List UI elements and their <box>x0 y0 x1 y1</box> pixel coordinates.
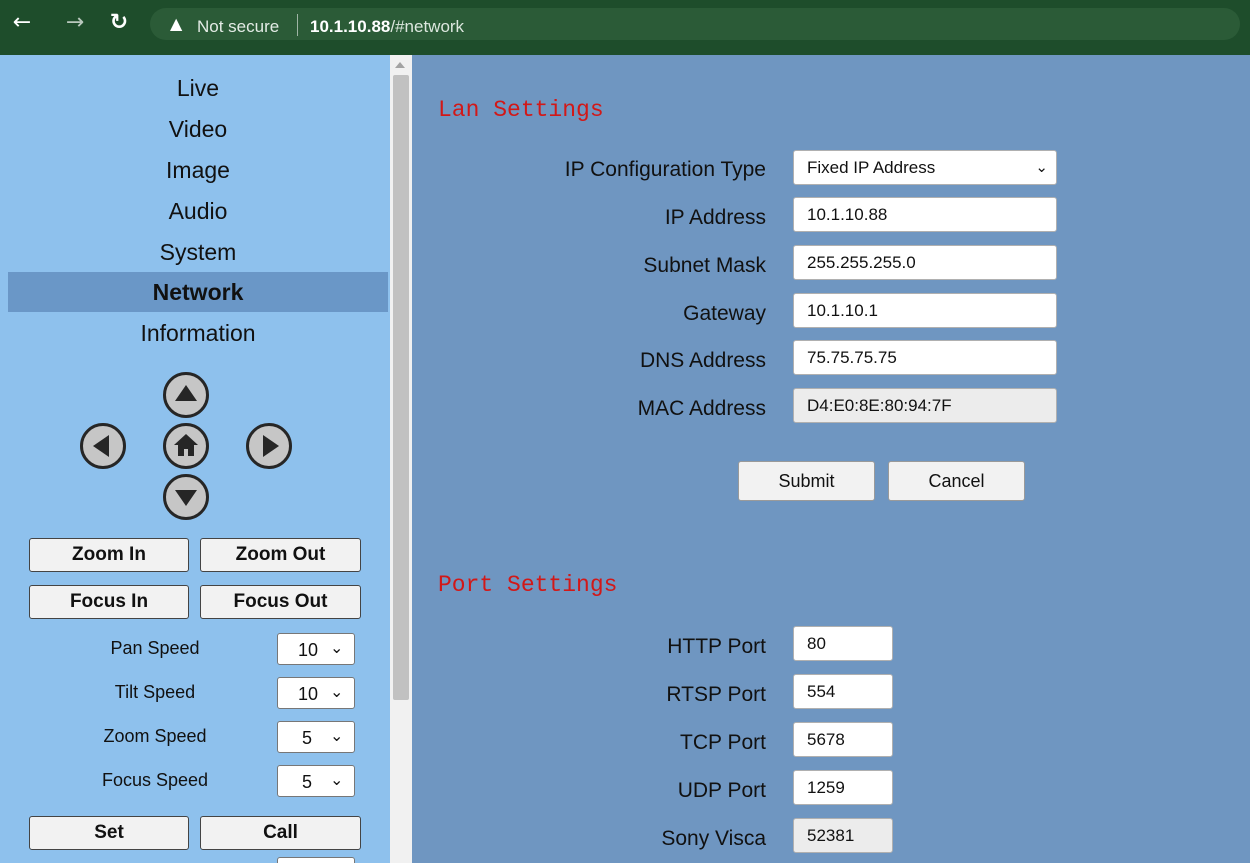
mac-address-label: MAC Address <box>637 397 766 420</box>
menu-item-image[interactable]: Image <box>8 150 388 190</box>
gateway-label: Gateway <box>683 302 766 325</box>
browser-toolbar: ← → ↻ ▲ Not secure 10.1.10.88/#network <box>0 0 1250 55</box>
http-port-input[interactable]: 80 <box>793 626 893 661</box>
chevron-down-icon: ⌄ <box>330 726 344 745</box>
chevron-down-icon: ⌄ <box>330 770 344 789</box>
tilt-speed-label: Tilt Speed <box>114 682 196 702</box>
ip-config-type-value: Fixed IP Address <box>807 158 936 177</box>
tcp-port-input[interactable]: 5678 <box>793 722 893 757</box>
lan-settings-title: Lan Settings <box>438 97 604 123</box>
chevron-down-icon: ⌄ <box>1035 158 1048 176</box>
security-status[interactable]: Not secure <box>197 17 279 37</box>
ip-config-type-select[interactable]: Fixed IP Address ⌄ <box>793 150 1057 185</box>
pan-right-button[interactable] <box>246 423 292 469</box>
zoom-speed-select[interactable]: 5 ⌄ <box>277 721 355 753</box>
menu-item-network[interactable]: Network <box>8 272 388 312</box>
ip-address-input[interactable]: 10.1.10.88 <box>793 197 1057 232</box>
address-divider <box>297 14 298 36</box>
dns-address-input[interactable]: 75.75.75.75 <box>793 340 1057 375</box>
right-arrow-icon <box>263 435 279 457</box>
udp-port-input[interactable]: 1259 <box>793 770 893 805</box>
subnet-mask-input[interactable]: 255.255.255.0 <box>793 245 1057 280</box>
down-arrow-icon <box>175 490 197 506</box>
dns-address-label: DNS Address <box>639 349 766 372</box>
focus-speed-select[interactable]: 5 ⌄ <box>277 765 355 797</box>
pan-left-button[interactable] <box>80 423 126 469</box>
url-path: /#network <box>390 17 465 36</box>
pan-speed-label: Pan Speed <box>110 638 200 658</box>
zoom-in-button[interactable]: Zoom In <box>29 538 189 572</box>
subnet-mask-label: Subnet Mask <box>643 254 766 277</box>
tilt-speed-select[interactable]: 10 ⌄ <box>277 677 355 709</box>
zoom-speed-value: 5 <box>302 728 313 748</box>
mac-address-field: D4:E0:8E:80:94:7F <box>793 388 1057 423</box>
sidebar-scrollbar[interactable] <box>390 55 412 863</box>
http-port-label: HTTP Port <box>667 635 766 658</box>
pan-speed-select[interactable]: 10 ⌄ <box>277 633 355 665</box>
pan-speed-value: 10 <box>298 640 319 660</box>
menu-item-audio[interactable]: Audio <box>8 191 388 231</box>
url-host: 10.1.10.88 <box>310 17 391 36</box>
tilt-speed-value: 10 <box>298 684 319 704</box>
focus-speed-value: 5 <box>302 772 313 792</box>
focus-speed-label: Focus Speed <box>101 770 209 790</box>
gateway-input[interactable]: 10.1.10.1 <box>793 293 1057 328</box>
menu-item-information[interactable]: Information <box>8 313 388 353</box>
warning-icon[interactable]: ▲ <box>170 14 182 33</box>
zoom-speed-label: Zoom Speed <box>103 726 207 746</box>
sony-visca-label: Sony Visca <box>661 827 766 850</box>
rtsp-port-input[interactable]: 554 <box>793 674 893 709</box>
call-preset-button[interactable]: Call <box>200 816 361 850</box>
zoom-out-button[interactable]: Zoom Out <box>200 538 361 572</box>
menu-item-system[interactable]: System <box>8 232 388 272</box>
forward-icon[interactable]: → <box>63 10 87 36</box>
scroll-up-icon[interactable] <box>395 62 405 68</box>
preset-select[interactable] <box>277 857 355 863</box>
tcp-port-label: TCP Port <box>680 731 766 754</box>
rtsp-port-label: RTSP Port <box>666 683 766 706</box>
port-settings-title: Port Settings <box>438 572 618 598</box>
chevron-down-icon: ⌄ <box>330 682 344 701</box>
scroll-thumb[interactable] <box>393 75 409 700</box>
focus-in-button[interactable]: Focus In <box>29 585 189 619</box>
menu-item-live[interactable]: Live <box>8 68 388 108</box>
focus-out-button[interactable]: Focus Out <box>200 585 361 619</box>
submit-button[interactable]: Submit <box>738 461 875 501</box>
sony-visca-field: 52381 <box>793 818 893 853</box>
up-arrow-icon <box>175 385 197 401</box>
pan-up-button[interactable] <box>163 372 209 418</box>
cancel-button[interactable]: Cancel <box>888 461 1025 501</box>
left-arrow-icon <box>93 435 109 457</box>
home-button[interactable] <box>163 423 209 469</box>
menu-item-video[interactable]: Video <box>8 109 388 149</box>
chevron-down-icon: ⌄ <box>330 638 344 657</box>
reload-icon[interactable]: ↻ <box>107 10 131 36</box>
ip-config-type-label: IP Configuration Type <box>564 158 766 181</box>
url-text[interactable]: 10.1.10.88/#network <box>310 17 464 37</box>
back-icon[interactable]: ← <box>10 10 34 36</box>
ip-address-label: IP Address <box>664 206 766 229</box>
pan-down-button[interactable] <box>163 474 209 520</box>
set-preset-button[interactable]: Set <box>29 816 189 850</box>
udp-port-label: UDP Port <box>677 779 766 802</box>
